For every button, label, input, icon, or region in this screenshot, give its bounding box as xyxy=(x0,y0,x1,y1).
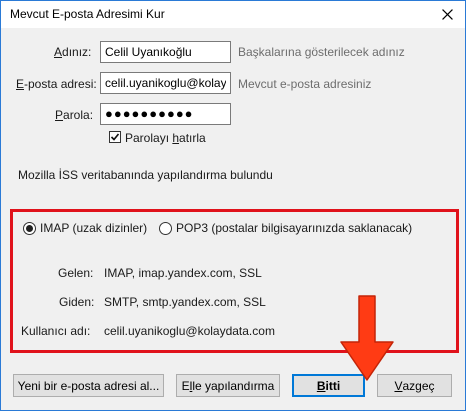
imap-radio-label[interactable]: IMAP (uzak dizinler) xyxy=(40,221,147,235)
incoming-value: IMAP, imap.yandex.com, SSL xyxy=(104,266,262,280)
username-label: Kullanıcı adı: xyxy=(21,324,91,338)
outgoing-label: Giden: xyxy=(59,295,95,309)
account-setup-dialog: Mevcut E-posta Adresimi Kur Adınız: Başk… xyxy=(0,0,466,411)
outgoing-value: SMTP, smtp.yandex.com, SSL xyxy=(104,295,266,309)
remember-password-checkbox[interactable] xyxy=(109,131,121,143)
incoming-label: Gelen: xyxy=(58,266,94,280)
username-value: celil.uyanikoglu@kolaydata.com xyxy=(104,324,275,338)
close-button[interactable] xyxy=(429,1,465,28)
manual-config-button[interactable]: El le yapılandırma xyxy=(176,374,280,397)
pop3-radio-label[interactable]: POP3 (postalar bilgisayarınızda saklanac… xyxy=(176,221,412,235)
name-hint: Başkalarına gösterilecek adınız xyxy=(238,45,405,59)
password-field[interactable]: ●●●●●●●●●● xyxy=(100,103,231,125)
email-label: E-posta adresi: xyxy=(16,77,97,91)
password-label: Parola: xyxy=(55,108,94,122)
close-icon xyxy=(441,9,453,20)
pop3-radio[interactable] xyxy=(159,222,172,235)
checkmark-icon xyxy=(110,133,120,141)
name-field[interactable] xyxy=(100,41,231,63)
window-title: Mevcut E-posta Adresimi Kur xyxy=(10,7,165,21)
title-bar: Mevcut E-posta Adresimi Kur xyxy=(1,1,465,28)
name-label: Adınız: xyxy=(54,45,92,59)
remember-password-label[interactable]: Parolayı hatırla xyxy=(125,131,206,145)
imap-radio[interactable] xyxy=(23,222,36,235)
email-hint: Mevcut e-posta adresiniz xyxy=(238,77,372,91)
new-email-address-button[interactable]: Yeni bir e-posta adresi al... xyxy=(13,374,164,397)
down-arrow-icon xyxy=(340,295,394,381)
email-field[interactable] xyxy=(100,72,231,94)
status-text: Mozilla İSS veritabanında yapılandırma b… xyxy=(18,168,273,182)
